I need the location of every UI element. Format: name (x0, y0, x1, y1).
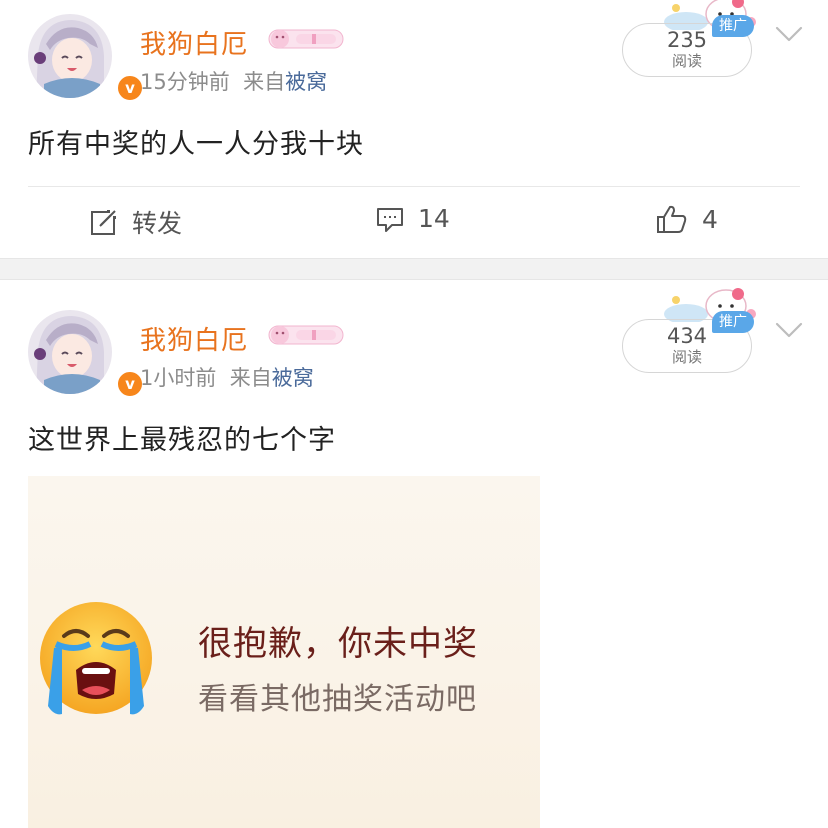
comment-count: 14 (418, 204, 450, 233)
crying-emoji-icon (40, 602, 152, 715)
source-prefix: 来自 (229, 366, 272, 390)
username[interactable]: 我狗白厄 (140, 24, 248, 61)
read-label: 阅读 (671, 348, 702, 366)
like-icon (657, 205, 687, 233)
vip-badge-icon (268, 325, 344, 345)
source-link[interactable]: 被窝 (285, 70, 327, 94)
source-link[interactable]: 被窝 (272, 366, 314, 390)
image-text-line2: 看看其他抽奖活动吧 (198, 682, 477, 717)
avatar[interactable]: v (28, 14, 144, 102)
weibo-post: v 我狗白厄 1小时前 来自被窝 434 阅读 推广 这世界上最残忍的七个字 很… (0, 280, 828, 828)
repost-icon (91, 208, 118, 235)
promo-badge: 推广 (712, 311, 754, 333)
post-text: 所有中奖的人一人分我十块 (28, 129, 364, 160)
post-meta: 1小时前 来自被窝 (140, 362, 314, 392)
post-time: 1小时前 (140, 366, 217, 390)
promo-badge: 推广 (712, 15, 754, 37)
chevron-down-icon[interactable] (774, 24, 804, 44)
post-text: 这世界上最残忍的七个字 (28, 425, 336, 456)
weibo-post: v 我狗白厄 15分钟前 来自被窝 235 阅读 推广 所有中奖的人一人分我十块 (0, 0, 828, 258)
post-time: 15分钟前 (140, 70, 230, 94)
chevron-down-icon[interactable] (774, 320, 804, 340)
comment-button[interactable]: 14 (376, 204, 450, 233)
like-button[interactable]: 4 (656, 204, 718, 234)
vip-badge-icon (268, 29, 344, 49)
comment-icon (377, 207, 403, 232)
repost-button[interactable]: 转发 (90, 204, 182, 240)
username[interactable]: 我狗白厄 (140, 320, 248, 357)
divider (28, 186, 800, 187)
avatar[interactable]: v (28, 310, 144, 398)
post-image[interactable]: 很抱歉，你未中奖 看看其他抽奖活动吧 (28, 476, 540, 828)
post-meta: 15分钟前 来自被窝 (140, 66, 327, 96)
post-separator (0, 258, 828, 280)
like-count: 4 (702, 204, 718, 234)
source-prefix: 来自 (243, 70, 286, 94)
read-label: 阅读 (671, 52, 702, 70)
repost-label: 转发 (132, 209, 183, 238)
image-text-line1: 很抱歉，你未中奖 (198, 624, 478, 664)
